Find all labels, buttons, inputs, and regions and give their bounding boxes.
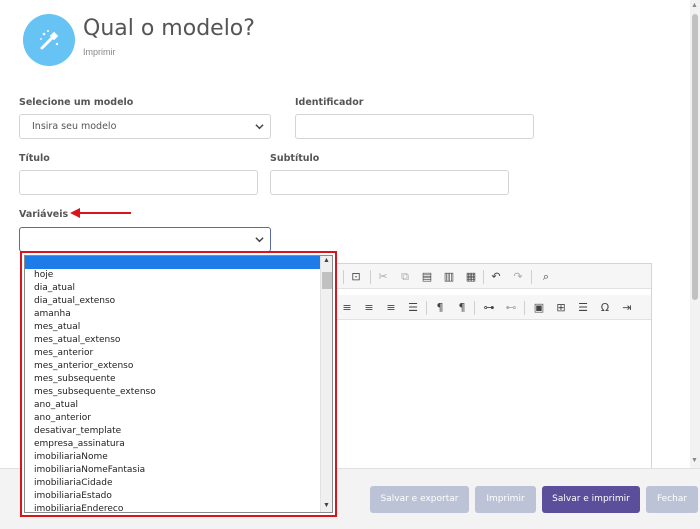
toolbar-separator [343, 270, 344, 284]
source-icon[interactable]: ⊡ [349, 270, 363, 284]
dropdown-option[interactable]: desativar_template [25, 425, 332, 438]
dropdown-option[interactable]: dia_atual [25, 282, 332, 295]
save-print-button[interactable]: Salvar e imprimir [542, 486, 640, 513]
paste-icon[interactable]: ▤ [420, 270, 434, 284]
identificador-label: Identificador [295, 97, 364, 108]
align-justify-icon[interactable]: ☰ [406, 301, 420, 315]
dropdown-scrollbar-thumb[interactable] [322, 272, 332, 289]
copy-icon[interactable]: ⧉ [398, 270, 412, 284]
dropdown-option[interactable] [25, 256, 332, 269]
dropdown-scrollbar[interactable]: ▲ ▼ [320, 256, 332, 512]
link-icon[interactable]: ⊶ [482, 301, 496, 315]
subtitulo-label: Subtítulo [270, 153, 320, 164]
dropdown-option[interactable]: empresa_assinatura [25, 438, 332, 451]
subtitulo-input[interactable] [270, 170, 509, 195]
toolbar-separator [483, 270, 484, 284]
dropdown-option[interactable]: mes_anterior [25, 347, 332, 360]
chevron-down-icon [255, 237, 264, 243]
toolbar-separator [531, 270, 532, 284]
variaveis-dropdown-highlight: hoje dia_atual dia_atual_extenso amanha mes_… [20, 251, 337, 517]
chevron-down-icon [255, 124, 264, 130]
scroll-up-icon[interactable]: ▲ [691, 2, 698, 9]
page-title: Qual o modelo? [83, 16, 255, 41]
special-char-icon[interactable]: Ω [598, 301, 612, 315]
page-scrollbar-thumb[interactable] [692, 14, 698, 300]
cut-icon[interactable]: ✂ [376, 270, 390, 284]
titulo-input[interactable] [19, 170, 258, 195]
dropdown-option[interactable]: amanha [25, 308, 332, 321]
dropdown-option[interactable]: imobiliariaNomeFantasia [25, 464, 332, 477]
page-break-icon[interactable]: ⇥ [620, 301, 634, 315]
modelo-label: Selecione um modelo [19, 97, 134, 108]
dropdown-option[interactable]: mes_subsequente_extenso [25, 386, 332, 399]
variaveis-select[interactable] [19, 227, 271, 252]
variaveis-label: Variáveis [19, 209, 69, 220]
toolbar-separator [474, 301, 475, 315]
dropdown-options: hoje dia_atual dia_atual_extenso amanha mes_… [25, 256, 332, 512]
dropdown-option[interactable]: hoje [25, 269, 332, 282]
toolbar-separator [524, 301, 525, 315]
scroll-up-icon[interactable]: ▲ [323, 257, 330, 264]
scroll-down-icon[interactable]: ▼ [691, 457, 698, 464]
dropdown-option[interactable]: mes_atual [25, 321, 332, 334]
find-icon[interactable]: ⌕ [539, 270, 553, 284]
align-right-icon[interactable]: ≡ [384, 301, 398, 315]
dropdown-option[interactable]: ano_atual [25, 399, 332, 412]
dropdown-option[interactable]: mes_subsequente [25, 373, 332, 386]
modelo-select-value: Insira seu modelo [32, 121, 117, 132]
dropdown-option[interactable]: imobiliariaNome [25, 451, 332, 464]
image-icon[interactable]: ▣ [532, 301, 546, 315]
close-button[interactable]: Fechar [646, 486, 698, 513]
dropdown-option[interactable]: dia_atual_extenso [25, 295, 332, 308]
print-button[interactable]: Imprimir [475, 486, 536, 513]
undo-icon[interactable]: ↶ [489, 270, 503, 284]
magic-wand-icon [23, 14, 75, 66]
dropdown-option[interactable]: imobiliariaCidade [25, 477, 332, 490]
toolbar-separator [426, 301, 427, 315]
modelo-select[interactable]: Insira seu modelo [19, 114, 271, 139]
paste-word-icon[interactable]: ▦ [464, 270, 478, 284]
identificador-input[interactable] [295, 114, 534, 139]
horizontal-line-icon[interactable]: ☰ [576, 301, 590, 315]
unlink-icon[interactable]: ⊷ [504, 301, 518, 315]
annotation-arrow-icon [70, 208, 131, 218]
dropdown-option[interactable]: imobiliariaEstado [25, 490, 332, 503]
rtl-icon[interactable]: ¶ [455, 301, 469, 315]
titulo-label: Título [19, 153, 50, 164]
page-subtitle: Imprimir [83, 47, 116, 57]
dropdown-option[interactable]: ano_anterior [25, 412, 332, 425]
redo-icon[interactable]: ↷ [511, 270, 525, 284]
align-left-icon[interactable]: ≡ [340, 301, 354, 315]
variaveis-dropdown-list[interactable]: hoje dia_atual dia_atual_extenso amanha mes_… [24, 255, 333, 513]
paste-text-icon[interactable]: ▥ [442, 270, 456, 284]
toolbar-separator [370, 270, 371, 284]
page-scrollbar[interactable]: ▲ ▼ [690, 0, 700, 468]
scroll-down-icon[interactable]: ▼ [323, 502, 330, 509]
dropdown-option[interactable]: mes_atual_extenso [25, 334, 332, 347]
dropdown-option[interactable]: imobiliariaEndereco [25, 503, 332, 512]
align-center-icon[interactable]: ≡ [362, 301, 376, 315]
ltr-icon[interactable]: ¶ [433, 301, 447, 315]
save-export-button[interactable]: Salvar e exportar [370, 486, 469, 513]
table-icon[interactable]: ⊞ [554, 301, 568, 315]
dropdown-option[interactable]: mes_anterior_extenso [25, 360, 332, 373]
